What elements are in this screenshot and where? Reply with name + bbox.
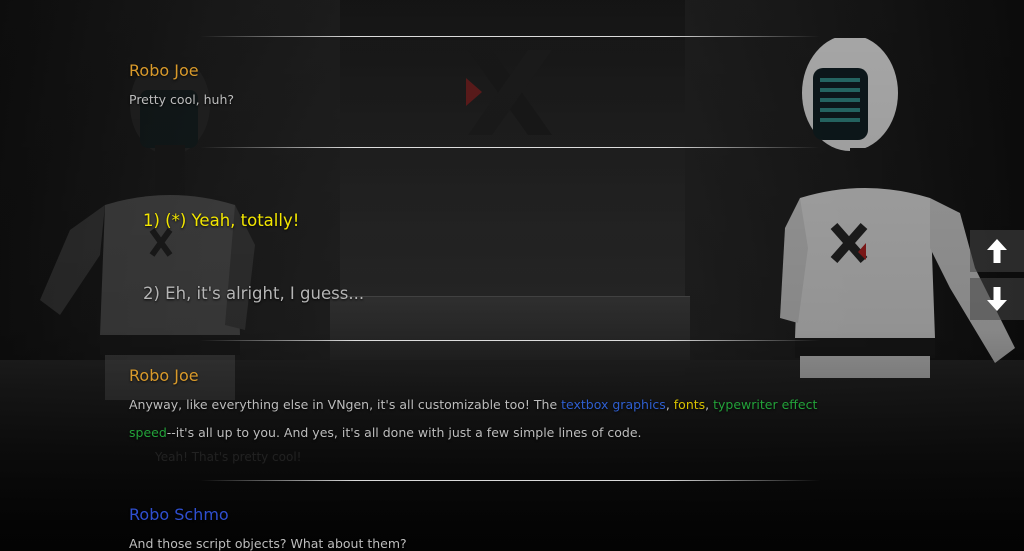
dialog-text-separator: ,	[665, 397, 674, 412]
dialog-text-separator: ,	[705, 397, 714, 412]
highlight-typewriter-effect: typewriter effect	[713, 397, 818, 412]
choice-option-2[interactable]: 2) Eh, it's alright, I guess...	[143, 284, 364, 303]
separator-top	[200, 36, 820, 37]
ghost-dialog-text: Yeah! That's pretty cool!	[155, 450, 302, 464]
next-speaker-name: Robo Schmo	[129, 505, 229, 524]
highlight-fonts: fonts	[673, 397, 706, 412]
scroll-down-button[interactable]	[970, 278, 1024, 320]
highlight-speed: speed	[129, 425, 167, 440]
current-speaker-name: Robo Joe	[129, 366, 199, 385]
separator-after-history	[200, 147, 820, 148]
separator-after-choices	[200, 340, 820, 341]
next-dialog-text: And those script objects? What about the…	[129, 536, 407, 551]
current-dialog-text: Anyway, like everything else in VNgen, i…	[129, 391, 859, 447]
choice-option-1[interactable]: 1) (*) Yeah, totally!	[143, 211, 299, 230]
game-stage: Robo Joe Pretty cool, huh? 1) (*) Yeah, …	[0, 0, 1024, 551]
dialog-text-part: --it's all up to you. And yes, it's all …	[166, 425, 642, 440]
highlight-textbox-graphics: textbox graphics	[561, 397, 666, 412]
textbox-overlay	[0, 0, 1024, 551]
history-dialog-text: Pretty cool, huh?	[129, 92, 235, 107]
scroll-up-button[interactable]	[970, 230, 1024, 272]
history-speaker-name: Robo Joe	[129, 61, 199, 80]
arrow-up-icon	[987, 239, 1007, 263]
separator-before-next	[200, 480, 820, 481]
arrow-down-icon	[987, 287, 1007, 311]
dialog-text-part: Anyway, like everything else in VNgen, i…	[129, 397, 562, 412]
